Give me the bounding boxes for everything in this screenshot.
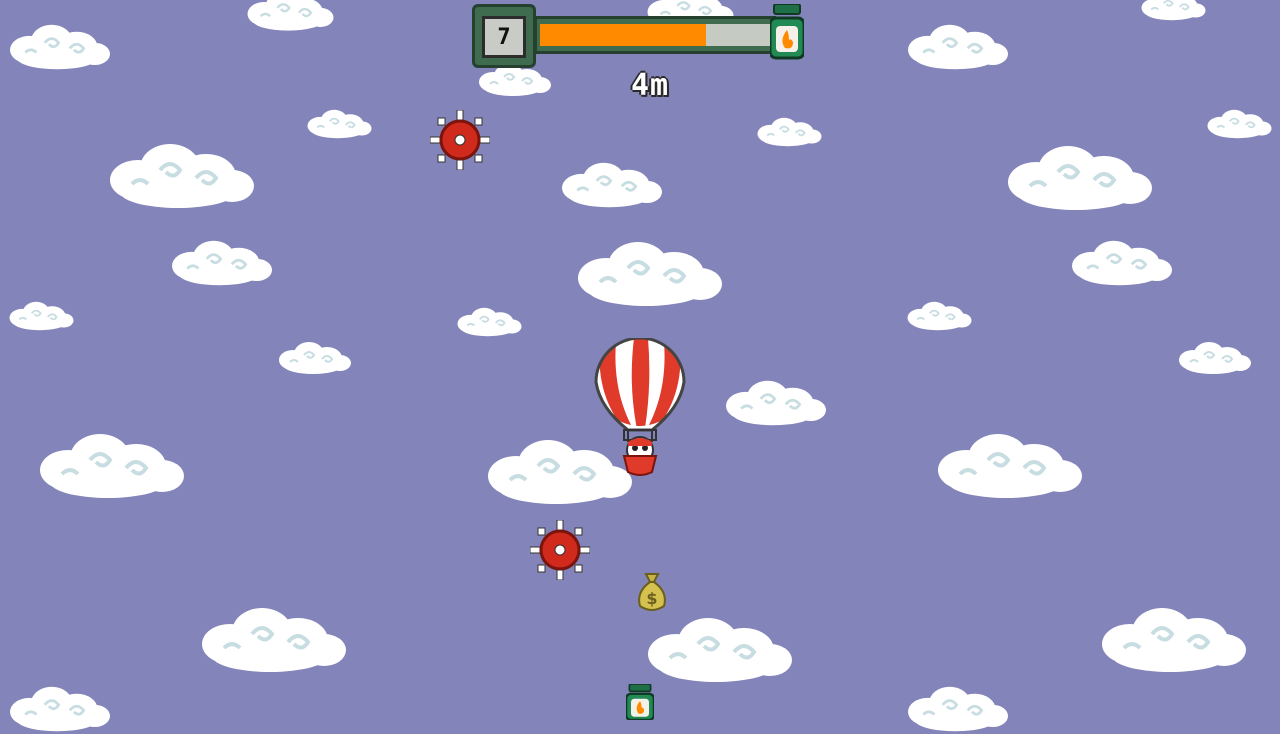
- cloud-icon: [306, 108, 373, 140]
- cloud-icon: [1206, 108, 1273, 140]
- hud: 7: [472, 4, 804, 70]
- cloud-icon: [108, 142, 256, 210]
- spiked-mine-icon: [430, 110, 490, 170]
- cloud-icon: [646, 616, 794, 684]
- cloud-icon: [8, 300, 75, 332]
- cloud-icon: [1006, 144, 1154, 212]
- cloud-icon: [906, 23, 1010, 71]
- cloud-icon: [1178, 341, 1252, 375]
- cloud-icon: [906, 685, 1010, 733]
- cloud-icon: [8, 685, 112, 733]
- level-number: 7: [482, 16, 526, 58]
- level-badge: 7: [472, 4, 536, 68]
- money-bag-icon: $: [638, 573, 666, 611]
- cloud-icon: [200, 606, 348, 674]
- fuel-gauge-track: [540, 24, 770, 46]
- cloud-icon: [560, 161, 664, 209]
- cloud-icon: [38, 432, 186, 500]
- cloud-icon: [936, 432, 1084, 500]
- cloud-icon: [456, 306, 523, 338]
- cloud-icon: [278, 341, 352, 375]
- cloud-icon: [8, 23, 112, 71]
- cloud-icon: [1070, 239, 1174, 287]
- cloud-icon: [246, 0, 335, 32]
- player-balloon[interactable]: [594, 338, 686, 478]
- fuel-canister-icon: [770, 4, 804, 60]
- fuel-canister-pickup: [626, 684, 654, 720]
- spiked-mine-icon: [530, 520, 590, 580]
- cloud-icon: [576, 240, 724, 308]
- money-bag-symbol: $: [646, 589, 657, 608]
- cloud-icon: [756, 116, 823, 148]
- cloud-icon: [1140, 0, 1207, 22]
- fuel-gauge-fill: [540, 24, 706, 46]
- cloud-icon: [724, 379, 828, 427]
- cloud-icon: [906, 300, 973, 332]
- fuel-gauge: [534, 16, 776, 54]
- distance-counter: 4m: [630, 68, 670, 103]
- cloud-icon: [1100, 606, 1248, 674]
- cloud-icon: [170, 239, 274, 287]
